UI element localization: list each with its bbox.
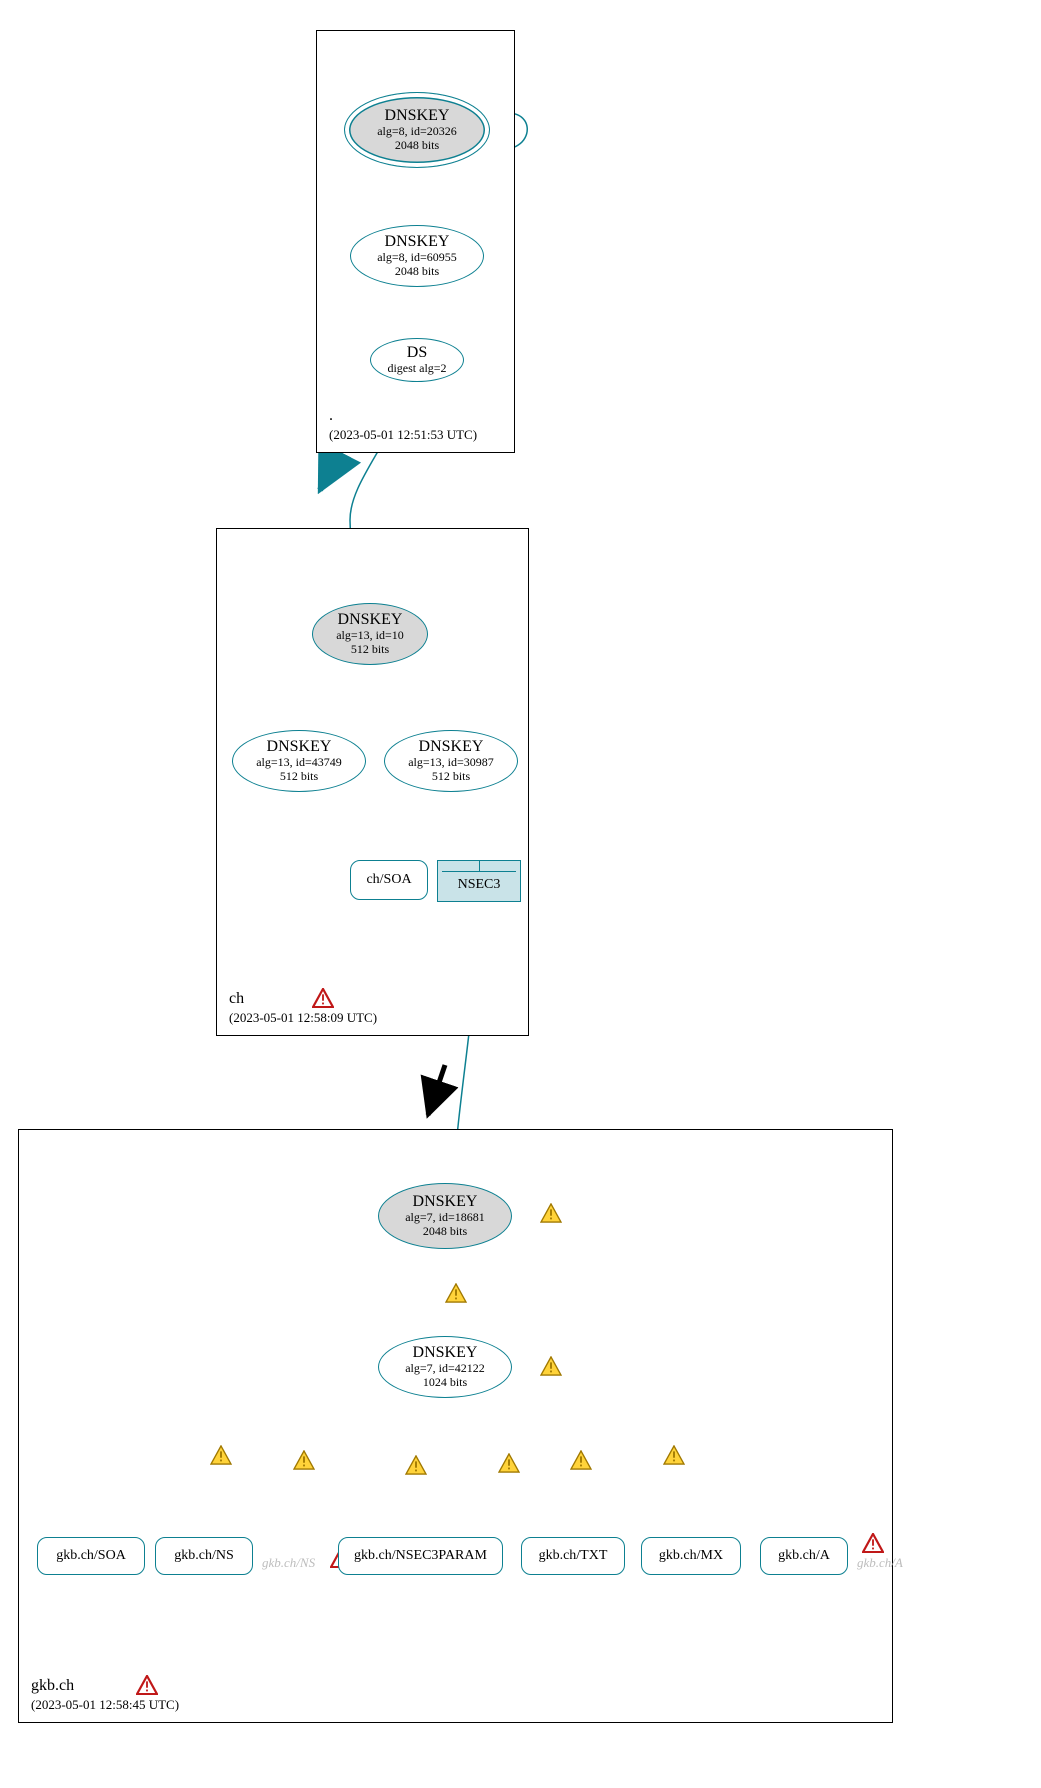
node-gkb-a: gkb.ch/A xyxy=(760,1537,848,1575)
node-ch-dnskey-10: DNSKEY alg=13, id=10 512 bits xyxy=(312,603,428,665)
node-root-ds: DS digest alg=2 xyxy=(370,338,464,382)
node-title: DNSKEY xyxy=(413,1193,478,1211)
node-gkb-ns: gkb.ch/NS xyxy=(155,1537,253,1575)
node-gkb-nsec3param: gkb.ch/NSEC3PARAM xyxy=(338,1537,503,1575)
warning-icon xyxy=(210,1445,232,1465)
node-label: gkb.ch/A xyxy=(778,1548,830,1563)
warning-icon xyxy=(445,1283,467,1303)
node-sub2: 512 bits xyxy=(351,643,389,657)
error-icon xyxy=(312,988,334,1008)
zone-root-label: . (2023-05-01 12:51:53 UTC) xyxy=(329,405,477,444)
zone-gkb-timestamp: (2023-05-01 12:58:45 UTC) xyxy=(31,1696,179,1714)
warning-icon xyxy=(540,1203,562,1223)
node-root-dnskey-60955: DNSKEY alg=8, id=60955 2048 bits xyxy=(350,225,484,287)
zone-root-name: . xyxy=(329,405,477,427)
node-title: DS xyxy=(407,344,427,362)
warning-icon xyxy=(293,1450,315,1470)
node-sub2: 1024 bits xyxy=(423,1376,467,1390)
node-ch-dnskey-30987: DNSKEY alg=13, id=30987 512 bits xyxy=(384,730,518,792)
node-sub1: alg=13, id=10 xyxy=(336,629,404,643)
node-label: gkb.ch/MX xyxy=(659,1548,723,1563)
warning-icon xyxy=(540,1356,562,1376)
node-sub1: alg=13, id=43749 xyxy=(256,756,342,770)
node-sub1: alg=13, id=30987 xyxy=(408,756,494,770)
node-label: ch/SOA xyxy=(366,872,411,887)
node-root-dnskey-20326: DNSKEY alg=8, id=20326 2048 bits xyxy=(344,92,490,168)
node-title: DNSKEY xyxy=(419,738,484,756)
node-title: DNSKEY xyxy=(267,738,332,756)
node-ch-dnskey-43749: DNSKEY alg=13, id=43749 512 bits xyxy=(232,730,366,792)
node-sub2: 2048 bits xyxy=(395,139,439,153)
ghost-gkb-a: gkb.ch/A xyxy=(857,1555,903,1571)
node-gkb-mx: gkb.ch/MX xyxy=(641,1537,741,1575)
warning-icon xyxy=(663,1445,685,1465)
node-sub2: 512 bits xyxy=(432,770,470,784)
node-sub1: digest alg=2 xyxy=(387,362,446,376)
node-title: DNSKEY xyxy=(413,1344,478,1362)
node-label: gkb.ch/NS xyxy=(174,1548,234,1563)
node-gkb-dnskey-18681: DNSKEY alg=7, id=18681 2048 bits xyxy=(378,1183,512,1249)
node-gkb-dnskey-42122: DNSKEY alg=7, id=42122 1024 bits xyxy=(378,1336,512,1398)
node-gkb-txt: gkb.ch/TXT xyxy=(521,1537,625,1575)
zone-ch-timestamp: (2023-05-01 12:58:09 UTC) xyxy=(229,1009,377,1027)
warning-icon xyxy=(570,1450,592,1470)
node-sub2: 2048 bits xyxy=(395,265,439,279)
node-label: gkb.ch/TXT xyxy=(539,1548,608,1563)
zone-root-timestamp: (2023-05-01 12:51:53 UTC) xyxy=(329,426,477,444)
ghost-gkb-ns: gkb.ch/NS xyxy=(262,1555,315,1571)
node-sub1: alg=8, id=20326 xyxy=(377,125,457,139)
node-sub2: 2048 bits xyxy=(423,1225,467,1239)
node-sub2: 512 bits xyxy=(280,770,318,784)
error-icon xyxy=(136,1675,158,1695)
node-title: DNSKEY xyxy=(385,107,450,125)
zone-ch-name: ch xyxy=(229,988,377,1010)
node-label: gkb.ch/NSEC3PARAM xyxy=(354,1548,487,1563)
node-sub1: alg=7, id=42122 xyxy=(405,1362,485,1376)
node-sub1: alg=8, id=60955 xyxy=(377,251,457,265)
error-icon xyxy=(862,1533,884,1553)
dnssec-diagram: . (2023-05-01 12:51:53 UTC) DNSKEY alg=8… xyxy=(0,0,1041,1788)
node-label: gkb.ch/SOA xyxy=(56,1548,126,1563)
warning-icon xyxy=(405,1455,427,1475)
node-sub1: alg=7, id=18681 xyxy=(405,1211,485,1225)
node-ch-nsec3: NSEC3 xyxy=(437,860,521,902)
node-label: NSEC3 xyxy=(442,871,516,897)
node-title: DNSKEY xyxy=(385,233,450,251)
zone-ch-label: ch (2023-05-01 12:58:09 UTC) xyxy=(229,988,377,1027)
node-title: DNSKEY xyxy=(338,611,403,629)
warning-icon xyxy=(498,1453,520,1473)
node-ch-soa: ch/SOA xyxy=(350,860,428,900)
node-gkb-soa: gkb.ch/SOA xyxy=(37,1537,145,1575)
